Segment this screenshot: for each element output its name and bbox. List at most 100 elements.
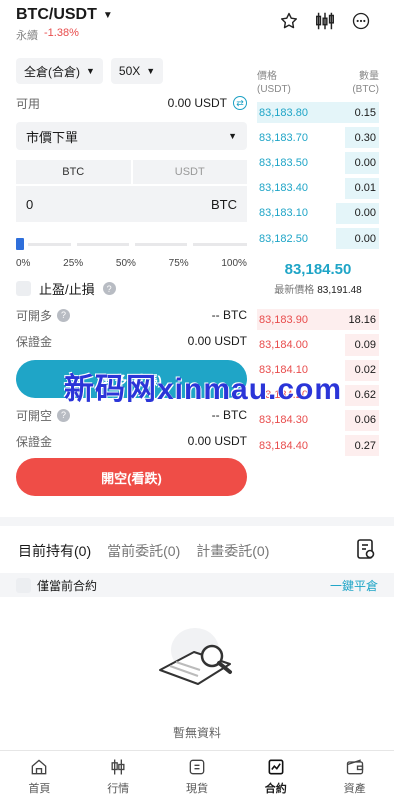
nav-assets[interactable]: 資產 bbox=[315, 751, 394, 800]
star-icon[interactable] bbox=[278, 10, 300, 32]
help-icon[interactable]: ? bbox=[102, 282, 116, 295]
ask-row[interactable]: 83,183.10 0.00 bbox=[257, 201, 379, 226]
openable-long: 可開多 ? -- BTC bbox=[16, 304, 247, 326]
bid-qty: 0.02 bbox=[354, 364, 376, 377]
contract-type: 永續 bbox=[16, 30, 38, 42]
bid-qty: 0.06 bbox=[354, 414, 376, 427]
amount-value: 0 bbox=[26, 196, 34, 212]
leverage-select[interactable]: 50X ▼ bbox=[110, 58, 164, 84]
close-all-button[interactable]: 一鍵平倉 bbox=[330, 577, 378, 594]
spot-icon bbox=[189, 759, 205, 775]
bid-qty: 18.16 bbox=[348, 313, 376, 326]
qty-unit: (BTC) bbox=[352, 84, 379, 95]
unit-tabs: BTC USDT bbox=[16, 160, 247, 184]
header: BTC/USDT ▼ 永續 -1.38% bbox=[0, 0, 394, 48]
tpsl-checkbox[interactable] bbox=[16, 281, 31, 296]
nav-spot-label: 現貨 bbox=[185, 783, 208, 795]
ask-price: 83,183.80 bbox=[259, 106, 308, 119]
caret-down-icon: ▼ bbox=[228, 131, 237, 141]
slider-label: 75% bbox=[168, 258, 189, 269]
slider-label: 100% bbox=[221, 258, 247, 269]
position-tabs: 目前持有(0) 當前委託(0) 計畫委託(0) bbox=[18, 541, 269, 561]
filter-bar: 僅當前合約 一鍵平倉 bbox=[0, 573, 394, 597]
nav-home[interactable]: 首頁 bbox=[0, 751, 79, 800]
price-change: -1.38% bbox=[44, 27, 79, 39]
margin-short-value: 0.00 USDT bbox=[187, 434, 247, 448]
last-price-block: 83,184.50 最新價格 83,191.48 bbox=[257, 251, 379, 307]
unit-tab-usdt[interactable]: USDT bbox=[132, 160, 247, 184]
ask-rows: 83,183.80 0.15 83,183.70 0.30 83,183.50 0.00 8… bbox=[257, 100, 379, 251]
nav-contract[interactable]: 合約 bbox=[236, 751, 315, 800]
caret-down-icon: ▼ bbox=[86, 66, 95, 76]
amount-unit: BTC bbox=[211, 196, 237, 212]
more-icon[interactable] bbox=[350, 10, 372, 32]
bid-row[interactable]: 83,184.30 0.06 bbox=[257, 408, 379, 433]
nav-assets-label: 資產 bbox=[343, 783, 366, 795]
ask-qty: 0.15 bbox=[354, 106, 376, 119]
help-icon[interactable]: ? bbox=[57, 408, 71, 422]
bid-row[interactable]: 83,184.40 0.27 bbox=[257, 433, 379, 458]
empty-state-text: 暫無資料 bbox=[172, 726, 221, 740]
slider-label: 0% bbox=[16, 258, 31, 269]
pair-title: BTC/USDT bbox=[16, 6, 97, 23]
mark-price-label: 最新價格 bbox=[274, 285, 315, 297]
bid-qty: 0.27 bbox=[354, 439, 376, 452]
ask-row[interactable]: 83,183.40 0.01 bbox=[257, 176, 379, 201]
openable-short-label: 可開空 bbox=[16, 408, 53, 423]
nav-market-label: 行情 bbox=[107, 783, 130, 795]
openable-long-label: 可開多 bbox=[16, 308, 53, 323]
empty-state-icon bbox=[150, 622, 244, 703]
nav-market[interactable]: 行情 bbox=[79, 751, 158, 800]
ask-row[interactable]: 83,183.50 0.00 bbox=[257, 150, 379, 175]
open-short-button[interactable]: 開空(看跌) bbox=[16, 458, 247, 496]
amount-input[interactable]: 0 BTC bbox=[16, 186, 247, 222]
mark-price: 83,191.48 bbox=[317, 285, 362, 297]
pair-selector[interactable]: BTC/USDT ▼ bbox=[16, 6, 113, 24]
ask-qty: 0.30 bbox=[354, 131, 376, 144]
margin-long-label: 保證金 bbox=[16, 334, 53, 349]
transfer-icon[interactable]: ⇄ bbox=[233, 96, 247, 110]
candlestick-chart-icon[interactable] bbox=[314, 10, 336, 32]
slider-label: 50% bbox=[115, 258, 136, 269]
bid-price: 83,184.10 bbox=[259, 364, 308, 377]
order-history-icon[interactable] bbox=[356, 538, 376, 565]
margin-short-label: 保證金 bbox=[16, 434, 53, 449]
margin-long: 保證金 0.00 USDT bbox=[16, 330, 247, 352]
tab-positions[interactable]: 目前持有(0) bbox=[18, 541, 91, 561]
help-icon[interactable]: ? bbox=[57, 308, 71, 322]
margin-mode-select[interactable]: 全倉(合倉) ▼ bbox=[16, 58, 103, 84]
margin-mode-label: 全倉(合倉) bbox=[24, 64, 80, 79]
bid-price: 83,184.40 bbox=[259, 439, 308, 452]
bid-row[interactable]: 83,184.10 0.02 bbox=[257, 358, 379, 383]
tab-plan-orders[interactable]: 計畫委託(0) bbox=[196, 541, 269, 561]
bid-row[interactable]: 83,184.00 0.09 bbox=[257, 332, 379, 357]
ask-row[interactable]: 83,183.70 0.30 bbox=[257, 125, 379, 150]
ask-qty: 0.00 bbox=[354, 232, 376, 245]
order-book-header: 價格 (USDT) 數量 (BTC) bbox=[257, 70, 379, 100]
ask-price: 83,182.50 bbox=[259, 232, 308, 245]
unit-tab-btc[interactable]: BTC bbox=[16, 160, 131, 184]
caret-down-icon: ▼ bbox=[102, 9, 113, 21]
available-value: 0.00 USDT bbox=[167, 96, 227, 110]
slider-labels: 0% 25% 50% 75% 100% bbox=[16, 258, 247, 269]
order-type-select[interactable]: 市價下單 ▼ bbox=[16, 122, 247, 150]
ask-qty: 0.00 bbox=[354, 156, 376, 169]
bid-row[interactable]: 83,184.20 0.62 bbox=[257, 383, 379, 408]
ask-row[interactable]: 83,182.50 0.00 bbox=[257, 226, 379, 251]
leverage-label: 50X bbox=[118, 64, 141, 78]
ask-row[interactable]: 83,183.80 0.15 bbox=[257, 100, 379, 125]
current-contract-checkbox[interactable] bbox=[16, 577, 31, 593]
last-price: 83,184.50 bbox=[284, 261, 352, 279]
available-label: 可用 bbox=[16, 96, 41, 111]
price-header: 價格 bbox=[257, 71, 277, 82]
openable-long-value: -- BTC bbox=[211, 308, 247, 322]
nav-spot[interactable]: 現貨 bbox=[158, 751, 237, 800]
slider-handle[interactable] bbox=[16, 238, 24, 250]
open-long-button[interactable]: 開多(看漲) bbox=[16, 360, 247, 398]
contract-info: 永續 -1.38% bbox=[16, 27, 79, 43]
bid-qty: 0.62 bbox=[354, 389, 376, 402]
amount-slider[interactable] bbox=[16, 238, 247, 250]
tab-open-orders[interactable]: 當前委託(0) bbox=[107, 541, 180, 561]
bid-price: 83,184.00 bbox=[259, 338, 308, 351]
bid-row[interactable]: 83,183.90 18.16 bbox=[257, 307, 379, 332]
